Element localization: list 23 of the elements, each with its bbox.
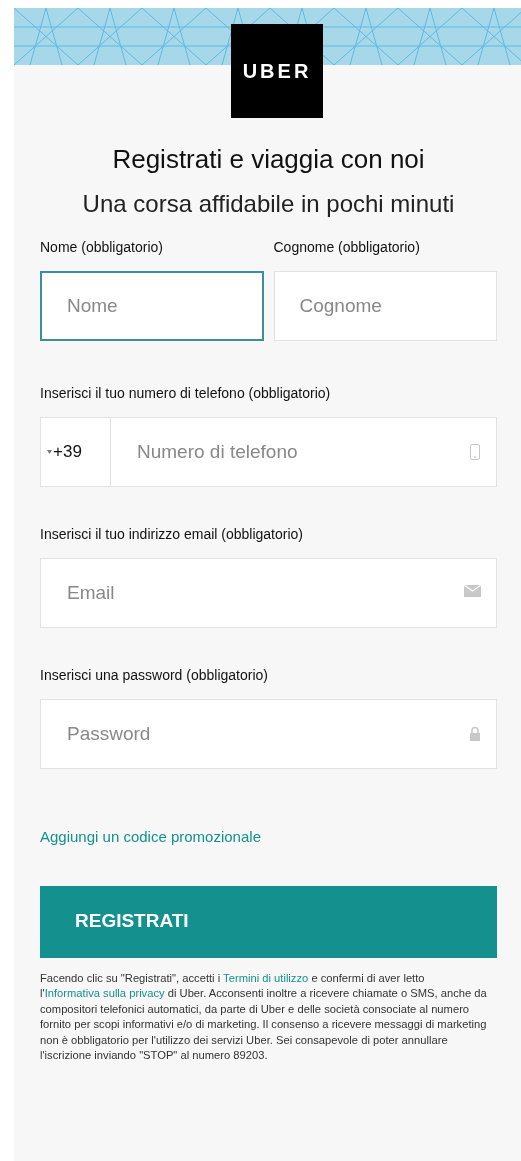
field-label: Inserisci il tuo numero di telefono (obbligatorio) <box>40 384 332 403</box>
lock-icon <box>469 726 481 741</box>
country-code-selector[interactable]: +39 <box>41 418 111 486</box>
phone-field[interactable]: +39 Numero di telefono <box>40 417 497 487</box>
register-button[interactable]: REGISTRATI <box>40 885 497 958</box>
caret-icon <box>47 450 52 454</box>
first-name-field[interactable]: Nome <box>40 271 264 341</box>
legal-link[interactable]: Termini di utilizzo <box>223 971 309 984</box>
promo-code-link[interactable]: Aggiungi un codice promozionale <box>40 826 261 849</box>
email-field[interactable]: Email <box>40 558 497 628</box>
last-name-field[interactable]: Cognome <box>273 271 497 341</box>
country-code: +39 <box>53 441 82 464</box>
field-label: Inserisci il tuo indirizzo email (obbligatorio) <box>40 525 304 544</box>
uber-logo: UBER <box>231 24 323 118</box>
page-title: Registrati e viaggia con noi <box>111 143 426 175</box>
phone-icon <box>470 444 480 460</box>
field-label: Cognome (obbligatorio) <box>273 238 421 257</box>
password-field[interactable]: Password <box>40 699 497 769</box>
mail-icon <box>464 585 481 597</box>
field-label: Inserisci una password (obbligatorio) <box>40 666 269 685</box>
legal-text: Facendo clic su "Registrati", accetti i Termini di utilizzo e confermi di aver letto l'Informativa sulla privacy di Uber. Acconsenti inoltre a ricevere chiamate o SMS, anche da compositori telefonici automatici, da parte di Uber e delle società consociate al numero fornito per scopi informativi e/o di marketing. Il consenso a ricevere messaggi di marketing non è obbligatorio per l'utilizzo dei servizi Uber. Sei consapevole di poter annullare l'iscrizione inviando "STOP" al numero 89203. <box>40 970 488 1063</box>
field-label: Nome (obbligatorio) <box>40 238 164 257</box>
page-subtitle: Una corsa affidabile in pochi minuti <box>81 189 456 219</box>
